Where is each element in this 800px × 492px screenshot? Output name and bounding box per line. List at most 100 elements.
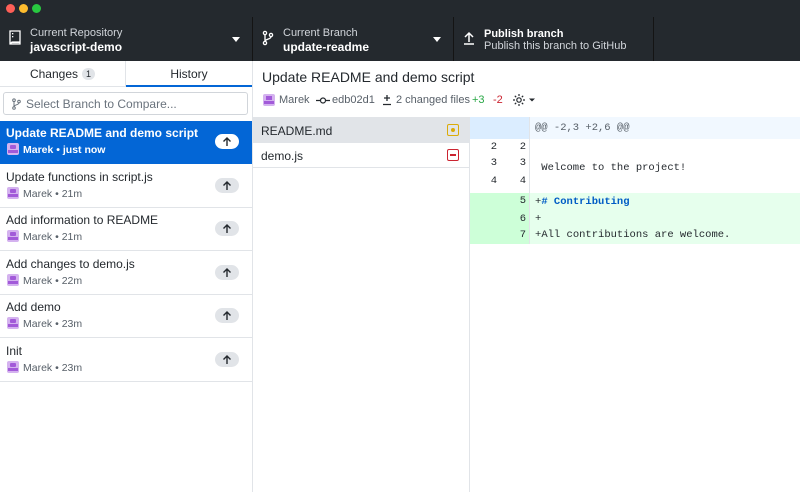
commit-title: Init [6,344,23,358]
sidebar-tabs: Changes 1 History [0,61,252,87]
branch-compare-field[interactable] [3,92,248,115]
commit-detail-panel: Update README and demo script Marek edb0… [253,61,800,492]
old-line-number: 4 [490,175,497,187]
commit-list-item[interactable]: Init Marek • 23m [0,339,252,382]
commit-time: just now [62,144,106,156]
minimize-window-button[interactable] [19,4,28,13]
diff-prefix: + [535,213,542,225]
commit-title: Add changes to demo.js [6,257,135,271]
lines-added: +3 [472,94,485,106]
commit-summary: Update README and demo script [262,69,475,85]
changed-files-count: 2 changed files [396,94,470,106]
window-titlebar [0,0,800,17]
arrow-up-icon [223,181,231,190]
repo-label: Current Repository [30,27,123,39]
old-line-number: 2 [490,141,497,153]
diff-line-text: +All contributions are welcome. [535,227,730,243]
commit-author: Marek [279,94,310,106]
commit-title: Add demo [6,300,61,314]
repo-name: javascript-demo [30,40,123,54]
old-line-number [470,117,500,139]
commit-author: Marek [23,275,53,287]
commit-title: Update functions in script.js [6,170,153,184]
branch-name: update-readme [283,40,370,54]
commit-time: 23m [61,318,83,330]
diff-line-added[interactable]: 6 + [470,211,800,227]
diff-icon [383,95,391,106]
commit-meta: Marek • 22m [7,274,83,287]
new-line-number: 4 [500,173,530,189]
commit-meta: Marek • 23m [7,361,82,374]
old-line-number [470,211,500,227]
avatar [7,317,19,329]
branch-icon [262,30,274,46]
commit-sha[interactable]: edb02d1 [332,94,375,106]
app-toolbar: Current Repository javascript-demo Curre… [0,17,800,61]
unpushed-commit-indicator [215,134,239,149]
commit-list-item[interactable]: Add changes to demo.js Marek • 22m [0,252,252,295]
file-name: demo.js [261,149,304,163]
commit-title: Update README and demo script [6,126,199,140]
old-line-number: 3 [490,157,497,169]
git-commit-icon [316,97,330,104]
unpushed-commit-indicator [215,178,239,193]
arrow-up-icon [223,355,231,364]
avatar [7,361,19,373]
commit-list-item[interactable]: Update functions in script.js Marek • 21… [0,165,252,208]
diff-line-content: All contributions are welcome. [541,229,731,241]
avatar [263,94,275,106]
commit-time: 22m [61,275,83,287]
new-line-number: 6 [500,211,530,227]
commit-author: Marek [23,188,53,200]
diff-line[interactable]: 2 2 [470,139,800,155]
commit-meta: Marek • 23m [7,317,83,330]
file-deleted-icon [447,149,459,161]
diff-line-text: + [535,211,541,227]
commit-meta: Marek • 21m [7,187,83,200]
changes-count-badge: 1 [82,68,96,80]
branch-compare-input[interactable] [26,96,241,111]
diff-line[interactable]: 4 4 [470,173,800,189]
file-list-item[interactable]: demo.js [253,143,469,168]
commit-author: Marek [23,362,53,374]
diff-line-added[interactable]: 5 +# Contributing [470,193,800,211]
tab-changes[interactable]: Changes 1 [0,61,126,87]
file-modified-icon [447,124,459,136]
tab-history[interactable]: History [126,61,252,87]
sidebar: Changes1 History Update README and demo … [0,61,253,492]
avatar [7,274,19,286]
diff-hunk-header: @@ -2,3 +2,6 @@ [470,117,800,139]
publish-branch-button[interactable]: Publish branch Publish this branch to Gi… [454,17,654,61]
close-window-button[interactable] [6,4,15,13]
commit-time: 21m [61,188,83,200]
arrow-up-icon [223,224,231,233]
arrow-up-icon [223,137,231,146]
commit-author: Marek [23,318,53,330]
diff-line-text: +# Contributing [535,194,630,210]
old-line-number [470,193,500,211]
arrow-up-icon [223,311,231,320]
publish-description: Publish this branch to GitHub [484,40,627,52]
commit-list-item[interactable]: Update README and demo script Marek • ju… [0,121,252,164]
avatar [7,187,19,199]
commit-meta: Marek • 21m [7,230,82,243]
diff-line-added[interactable]: 7 +All contributions are welcome. [470,227,800,244]
file-list-item[interactable]: README.md [253,118,469,143]
tab-changes-label: Changes [29,67,79,81]
commit-list-item[interactable]: Add demo Marek • 23m [0,295,252,338]
avatar [7,143,19,155]
commit-list-item[interactable]: Add information to README Marek • 21m [0,208,252,251]
diff-settings-button[interactable] [512,93,536,110]
current-repository-button[interactable]: Current Repository javascript-demo [0,17,253,61]
commit-title: Add information to README [6,213,159,227]
repo-icon [9,30,21,45]
zoom-window-button[interactable] [32,4,41,13]
new-line-number: 5 [500,193,530,211]
current-branch-button[interactable]: Current Branch update-readme [253,17,454,61]
new-line-number: 2 [500,139,530,155]
hunk-header-text: @@ -2,3 +2,6 @@ [535,122,630,134]
new-line-number [500,117,530,139]
unpushed-commit-indicator [215,265,239,280]
upload-icon [464,31,474,45]
commit-author: Marek [23,231,53,243]
